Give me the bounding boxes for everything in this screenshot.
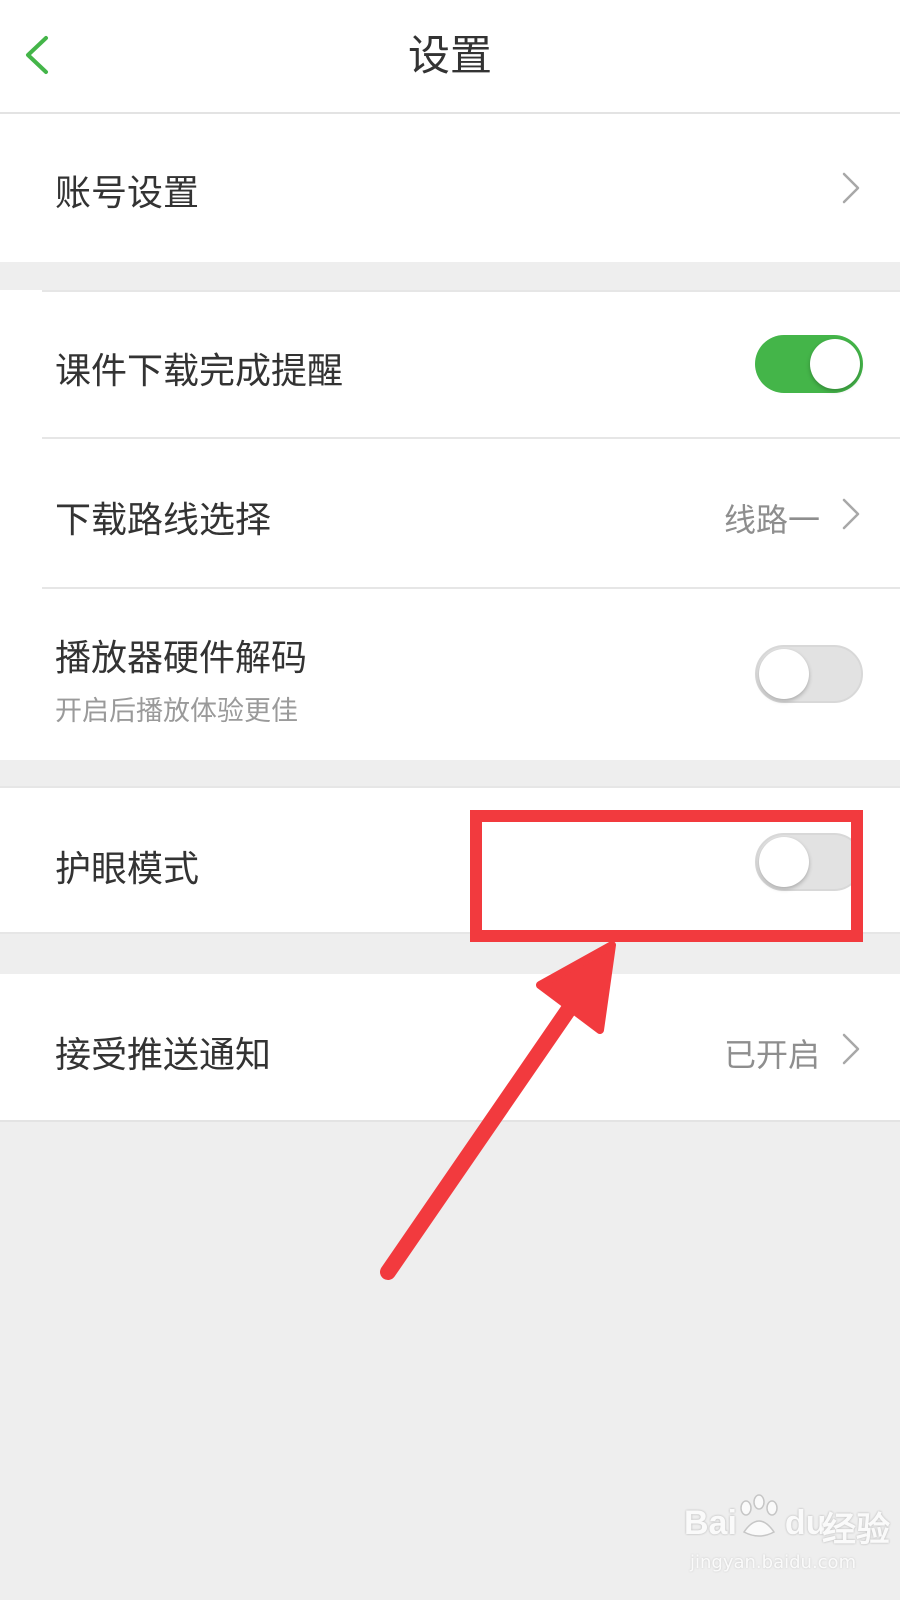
account-group: 账号设置 — [0, 114, 900, 262]
push-notification-row[interactable]: 接受推送通知 已开启 — [0, 974, 900, 1120]
push-notification-label: 接受推送通知 — [55, 1035, 272, 1076]
push-group: 接受推送通知 已开启 — [0, 974, 900, 1122]
download-reminder-row: 课件下载完成提醒 — [0, 290, 900, 438]
chevron-right-icon — [842, 1033, 860, 1065]
hardware-decode-toggle[interactable] — [755, 645, 863, 703]
chevron-right-icon — [842, 172, 860, 204]
page-title: 设置 — [407, 31, 492, 80]
push-notification-value: 已开启 — [723, 1036, 820, 1074]
watermark-product: 经验 — [822, 1510, 890, 1550]
download-reminder-label: 课件下载完成提醒 — [55, 351, 344, 392]
eye-protection-label: 护眼模式 — [55, 849, 200, 890]
download-route-value: 线路一 — [723, 501, 820, 539]
account-settings-label: 账号设置 — [55, 173, 200, 214]
hardware-decode-subtitle: 开启后播放体验更佳 — [55, 696, 298, 727]
hardware-decode-row: 播放器硬件解码 开启后播放体验更佳 — [0, 589, 900, 760]
download-group: 课件下载完成提醒 下载路线选择 线路一 播放器硬件解码 开启后播放体验更佳 — [0, 290, 900, 760]
account-settings-row[interactable]: 账号设置 — [0, 114, 900, 262]
hardware-decode-label: 播放器硬件解码 — [55, 638, 308, 679]
download-route-row[interactable]: 下载路线选择 线路一 — [0, 439, 900, 587]
toggle-knob — [759, 649, 809, 699]
navigation-bar: 设置 — [0, 0, 900, 114]
annotation-highlight-box — [470, 810, 863, 942]
watermark-url: jingyan.baidu.com — [690, 1552, 857, 1573]
baidu-jingyan-watermark: Bai du 经验 jingyan.baidu.com — [684, 1494, 890, 1590]
watermark-brand: Bai du — [684, 1504, 827, 1542]
chevron-right-icon — [842, 498, 860, 530]
download-reminder-toggle[interactable] — [755, 335, 863, 393]
download-route-label: 下载路线选择 — [55, 500, 272, 541]
toggle-knob — [810, 339, 860, 389]
